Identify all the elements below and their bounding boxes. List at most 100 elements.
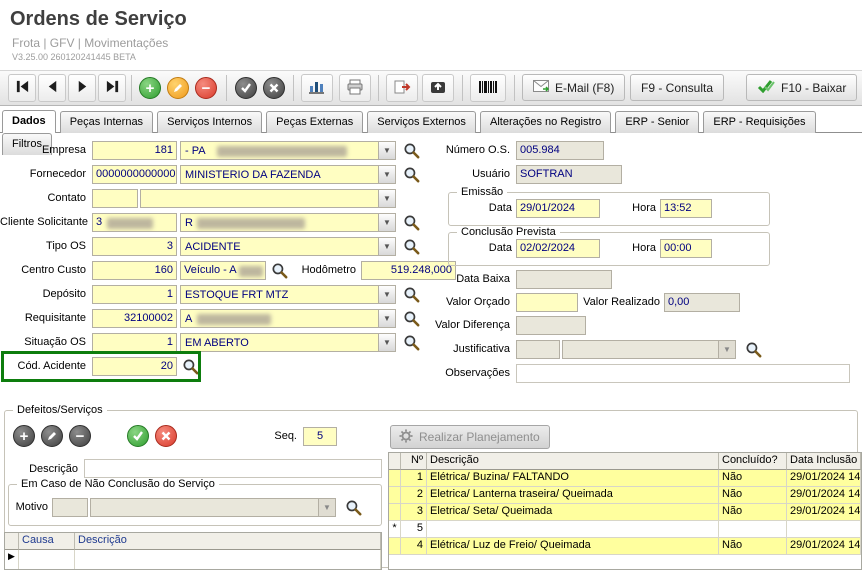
table-row[interactable]: 1 Elétrica/ Buzina/ FALTANDO Não 29/01/2… [389,470,861,487]
tab-pecas-internas[interactable]: Peças Internas [60,111,153,133]
barcode-button[interactable] [470,74,506,102]
justificativa-combo[interactable]: ▼ [562,340,736,359]
chevron-down-icon[interactable]: ▼ [378,334,395,351]
add-button[interactable]: + [138,76,162,100]
tab-alteracoes-registro[interactable]: Alterações no Registro [480,111,611,133]
deposito-search-icon[interactable] [402,286,420,304]
seq-field[interactable]: 5 [303,427,337,446]
deposito-combo-value: ESTOQUE FRT MTZ [185,289,288,301]
situacao-search-icon[interactable] [402,334,420,352]
tipo-os-code-field[interactable]: 3 [92,237,177,256]
fornecedor-combo[interactable]: MINISTERIO DA FAZENDA ▼ [180,165,396,184]
fornecedor-search-icon[interactable] [402,166,420,184]
cliente-combo-value: R [185,217,193,229]
cliente-code-field[interactable]: 3 [92,213,177,232]
edit-button[interactable] [166,76,190,100]
realizar-planejamento-label: Realizar Planejamento [419,430,540,444]
next-record-button[interactable] [68,74,96,102]
cancel-button[interactable] [262,76,286,100]
export-button[interactable] [386,74,418,102]
requisitante-combo-value: A [185,313,192,325]
conclusao-data-field[interactable]: 02/02/2024 [516,239,600,258]
situacao-code-field[interactable]: 1 [92,333,177,352]
defeito-delete-button[interactable]: − [68,424,92,448]
chevron-down-icon[interactable]: ▼ [378,166,395,183]
situacao-combo[interactable]: EM ABERTO ▼ [180,333,396,352]
defeito-cancel-button[interactable] [154,424,178,448]
chevron-down-icon[interactable]: ▼ [378,286,395,303]
defeito-add-button[interactable]: + [12,424,36,448]
fornecedor-code-field[interactable]: 00000000000001 [92,165,177,184]
chevron-down-icon[interactable]: ▼ [378,142,395,159]
email-button[interactable]: E-Mail (F8) [522,74,625,101]
centro-custo-search-icon[interactable] [270,262,288,280]
tipo-os-combo[interactable]: ACIDENTE ▼ [180,237,396,256]
causa-descricao-cell [75,550,381,570]
requisitante-code-field[interactable]: 32100002 [92,309,177,328]
tab-servicos-externos[interactable]: Serviços Externos [367,111,476,133]
print-button[interactable] [339,74,371,102]
emissao-hora-field[interactable]: 13:52 [660,199,712,218]
deposito-combo[interactable]: ESTOQUE FRT MTZ ▼ [180,285,396,304]
chevron-down-icon[interactable]: ▼ [378,214,395,231]
chevron-down-icon[interactable]: ▼ [378,310,395,327]
defeito-confirm-button[interactable] [126,424,150,448]
causa-grid-row[interactable]: ▶ [5,550,381,570]
toolbar-separator [226,75,227,101]
empresa-code-field[interactable]: 181 [92,141,177,160]
cliente-combo[interactable]: R ▼ [180,213,396,232]
empresa-search-icon[interactable] [402,142,420,160]
cod-acidente-field[interactable]: 20 [92,357,177,376]
first-record-button[interactable] [8,74,36,102]
motivo-label: Motivo [12,501,48,513]
previous-record-button[interactable] [38,74,66,102]
delete-button[interactable]: − [194,76,218,100]
selector-header [389,453,401,470]
chevron-down-icon[interactable]: ▼ [718,341,735,358]
gear-icon [399,429,413,446]
table-row-editing[interactable]: * 5 [389,521,861,538]
justificativa-search-icon[interactable] [744,341,762,359]
archive-button[interactable] [422,74,454,102]
deposito-code-field[interactable]: 1 [92,285,177,304]
contato-code-field[interactable] [92,189,138,208]
realizar-planejamento-button[interactable]: Realizar Planejamento [390,425,550,449]
tab-pecas-externas[interactable]: Peças Externas [266,111,363,133]
last-record-button[interactable] [98,74,126,102]
check-icon [235,77,257,99]
chevron-down-icon[interactable]: ▼ [378,238,395,255]
emissao-hora-label: Hora [620,202,656,214]
table-row[interactable]: 2 Eletrica/ Lanterna traseira/ Queimada … [389,487,861,504]
motivo-search-icon[interactable] [344,499,362,517]
tab-erp-senior[interactable]: ERP - Senior [615,111,699,133]
contato-combo[interactable]: ▼ [140,189,396,208]
requisitante-combo[interactable]: A ▼ [180,309,396,328]
empresa-combo[interactable]: - PA ▼ [180,141,396,160]
confirm-button[interactable] [234,76,258,100]
consulta-button[interactable]: F9 - Consulta [630,74,724,101]
defeito-edit-button[interactable] [40,424,64,448]
requisitante-search-icon[interactable] [402,310,420,328]
tipo-os-search-icon[interactable] [402,238,420,256]
tab-erp-requisicoes[interactable]: ERP - Requisições [703,111,815,133]
row-selector-cell [389,487,401,504]
descricao-field[interactable] [84,459,382,478]
table-row[interactable]: 3 Eletrica/ Seta/ Queimada Não 29/01/202… [389,504,861,521]
valor-diferenca-label: Valor Diferença [420,319,510,331]
minus-icon: − [69,425,91,447]
cod-acidente-search-icon[interactable] [181,358,199,376]
baixar-button[interactable]: F10 - Baixar [746,74,857,101]
centro-custo-field[interactable]: Veículo - A [180,261,266,280]
centro-custo-code-field[interactable]: 160 [92,261,177,280]
cliente-search-icon[interactable] [402,214,420,232]
conclusao-hora-field[interactable]: 00:00 [660,239,712,258]
observacoes-field[interactable] [516,364,850,383]
tab-dados[interactable]: Dados [2,110,56,133]
chart-button[interactable] [301,74,333,102]
motivo-combo[interactable]: ▼ [90,498,336,517]
chevron-down-icon[interactable]: ▼ [318,499,335,516]
emissao-data-field[interactable]: 29/01/2024 [516,199,600,218]
chevron-down-icon[interactable]: ▼ [378,190,395,207]
table-row[interactable]: 4 Elétrica/ Luz de Freio/ Queimada Não 2… [389,538,861,555]
tab-servicos-internos[interactable]: Serviços Internos [157,111,262,133]
